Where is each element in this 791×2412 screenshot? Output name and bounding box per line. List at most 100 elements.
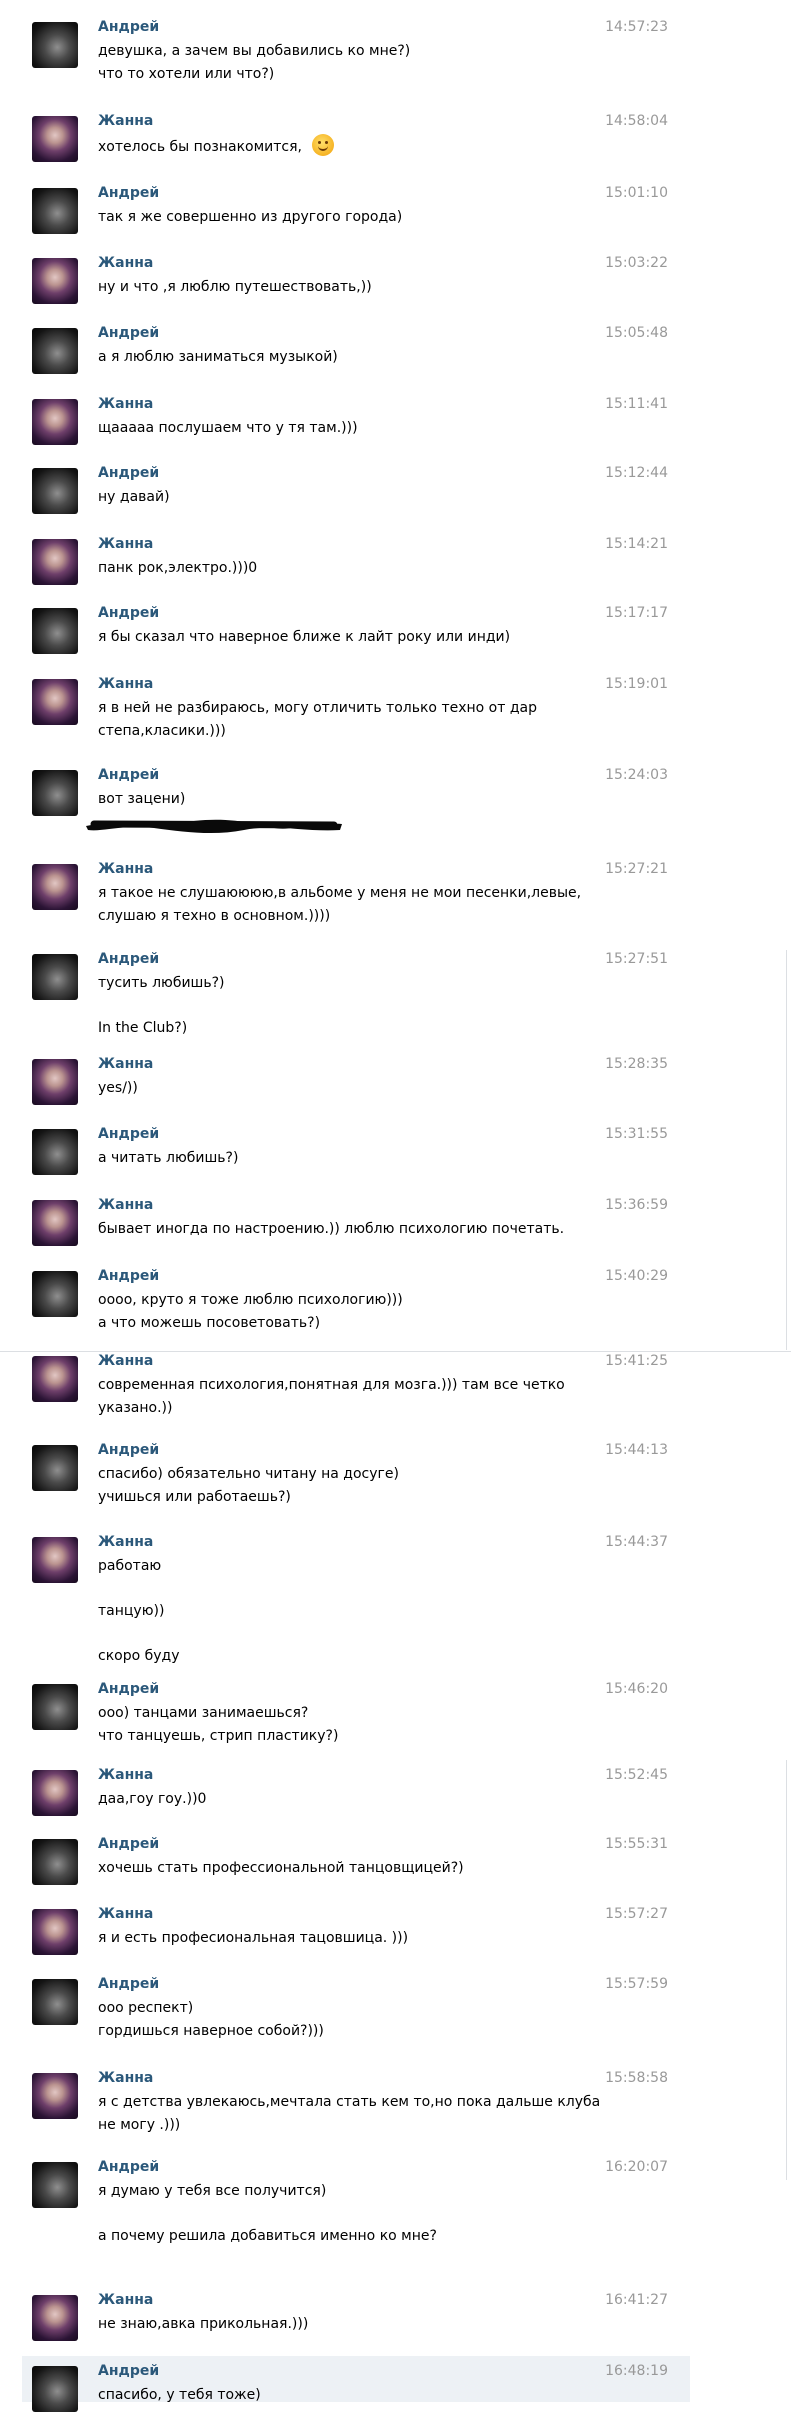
- message-timestamp[interactable]: 15:11:41: [605, 396, 668, 412]
- author-name-link[interactable]: Жанна: [98, 2070, 153, 2086]
- author-name-link[interactable]: Андрей: [98, 465, 159, 481]
- avatar-zhanna[interactable]: [32, 1200, 78, 1246]
- avatar-andrey[interactable]: [32, 770, 78, 816]
- author-name-link[interactable]: Жанна: [98, 1534, 153, 1550]
- author-name-link[interactable]: Андрей: [98, 767, 159, 783]
- author-name-link[interactable]: Жанна: [98, 2292, 153, 2308]
- avatar-zhanna[interactable]: [32, 1770, 78, 1816]
- avatar-zhanna[interactable]: [32, 2073, 78, 2119]
- avatar-zhanna[interactable]: [32, 2295, 78, 2341]
- avatar-andrey[interactable]: [32, 608, 78, 654]
- avatar-zhanna[interactable]: [32, 1537, 78, 1583]
- author-name-link[interactable]: Жанна: [98, 861, 153, 877]
- avatar-zhanna[interactable]: [32, 679, 78, 725]
- avatar-andrey[interactable]: [32, 954, 78, 1000]
- message-timestamp[interactable]: 15:12:44: [605, 465, 668, 481]
- avatar-andrey[interactable]: [32, 1979, 78, 2025]
- author-name-link[interactable]: Андрей: [98, 2363, 159, 2379]
- message-timestamp[interactable]: 15:55:31: [605, 1836, 668, 1852]
- author-name-link[interactable]: Андрей: [98, 19, 159, 35]
- message-text-line: а читать любишь?): [98, 1150, 239, 1166]
- avatar-andrey[interactable]: [32, 1839, 78, 1885]
- author-name-link[interactable]: Жанна: [98, 1056, 153, 1072]
- message-timestamp[interactable]: 15:44:13: [605, 1442, 668, 1458]
- redacted-scribble: [86, 819, 342, 834]
- avatar-andrey[interactable]: [32, 1445, 78, 1491]
- message-timestamp[interactable]: 15:57:27: [605, 1906, 668, 1922]
- message-body: я с детства увлекаюсь,мечтала стать кем …: [98, 2091, 618, 2137]
- message-timestamp[interactable]: 16:41:27: [605, 2292, 668, 2308]
- message-text-line: я такое не слушаюююю,в альбоме у меня не…: [98, 885, 582, 901]
- message-timestamp[interactable]: 15:14:21: [605, 536, 668, 552]
- message-timestamp[interactable]: 14:57:23: [605, 19, 668, 35]
- avatar-zhanna[interactable]: [32, 1059, 78, 1105]
- author-name-link[interactable]: Жанна: [98, 536, 153, 552]
- message-timestamp[interactable]: 15:41:25: [605, 1353, 668, 1369]
- message-timestamp[interactable]: 15:01:10: [605, 185, 668, 201]
- message-text-line: я с детства увлекаюсь,мечтала стать кем …: [98, 2094, 601, 2110]
- avatar-andrey[interactable]: [32, 1129, 78, 1175]
- message-timestamp[interactable]: 15:52:45: [605, 1767, 668, 1783]
- message-row[interactable]: Андрей 16:48:19 спасибо, у тебя тоже): [22, 2356, 690, 2412]
- message-body: тусить любишь?) In the Club?): [98, 972, 618, 1040]
- message-timestamp[interactable]: 16:48:19: [605, 2363, 668, 2379]
- author-name-link[interactable]: Жанна: [98, 255, 153, 271]
- avatar-zhanna[interactable]: [32, 539, 78, 585]
- message-timestamp[interactable]: 15:28:35: [605, 1056, 668, 1072]
- author-name-link[interactable]: Жанна: [98, 676, 153, 692]
- message-text-line: yes/)): [98, 1080, 138, 1096]
- avatar-zhanna[interactable]: [32, 1909, 78, 1955]
- message-timestamp[interactable]: 15:40:29: [605, 1268, 668, 1284]
- message-timestamp[interactable]: 15:17:17: [605, 605, 668, 621]
- author-name-link[interactable]: Андрей: [98, 325, 159, 341]
- message-timestamp[interactable]: 15:27:21: [605, 861, 668, 877]
- message-timestamp[interactable]: 15:57:59: [605, 1976, 668, 1992]
- message-text-line: оооо, круто я тоже люблю психологию))): [98, 1292, 403, 1308]
- author-name-link[interactable]: Андрей: [98, 1976, 159, 1992]
- avatar-andrey[interactable]: [32, 22, 78, 68]
- author-name-link[interactable]: Андрей: [98, 1836, 159, 1852]
- panel-border: [786, 950, 787, 1350]
- author-name-link[interactable]: Андрей: [98, 1442, 159, 1458]
- avatar-zhanna[interactable]: [32, 399, 78, 445]
- message-timestamp[interactable]: 15:03:22: [605, 255, 668, 271]
- message-timestamp[interactable]: 16:20:07: [605, 2159, 668, 2175]
- message-body: yes/)): [98, 1077, 618, 1100]
- author-name-link[interactable]: Жанна: [98, 113, 153, 129]
- avatar-andrey[interactable]: [32, 2366, 78, 2412]
- author-name-link[interactable]: Андрей: [98, 1126, 159, 1142]
- author-name-link[interactable]: Жанна: [98, 396, 153, 412]
- avatar-andrey[interactable]: [32, 468, 78, 514]
- author-name-link[interactable]: Жанна: [98, 1767, 153, 1783]
- message-timestamp[interactable]: 14:58:04: [605, 113, 668, 129]
- avatar-andrey[interactable]: [32, 1271, 78, 1317]
- avatar-andrey[interactable]: [32, 328, 78, 374]
- author-name-link[interactable]: Андрей: [98, 2159, 159, 2175]
- message-text-line: гордишься наверное собой?))): [98, 2023, 324, 2039]
- message-timestamp[interactable]: 15:27:51: [605, 951, 668, 967]
- avatar-zhanna[interactable]: [32, 1356, 78, 1402]
- message-timestamp[interactable]: 15:05:48: [605, 325, 668, 341]
- avatar-zhanna[interactable]: [32, 864, 78, 910]
- message-timestamp[interactable]: 15:58:58: [605, 2070, 668, 2086]
- avatar-zhanna[interactable]: [32, 116, 78, 162]
- avatar-zhanna[interactable]: [32, 258, 78, 304]
- author-name-link[interactable]: Андрей: [98, 185, 159, 201]
- avatar-andrey[interactable]: [32, 188, 78, 234]
- author-name-link[interactable]: Андрей: [98, 951, 159, 967]
- message-timestamp[interactable]: 15:44:37: [605, 1534, 668, 1550]
- avatar-andrey[interactable]: [32, 2162, 78, 2208]
- message-timestamp[interactable]: 15:19:01: [605, 676, 668, 692]
- author-name-link[interactable]: Андрей: [98, 1268, 159, 1284]
- author-name-link[interactable]: Андрей: [98, 1681, 159, 1697]
- avatar-andrey[interactable]: [32, 1684, 78, 1730]
- message-body: девушка, а зачем вы добавились ко мне?) ч…: [98, 40, 618, 86]
- author-name-link[interactable]: Андрей: [98, 605, 159, 621]
- author-name-link[interactable]: Жанна: [98, 1197, 153, 1213]
- author-name-link[interactable]: Жанна: [98, 1353, 153, 1369]
- message-timestamp[interactable]: 15:36:59: [605, 1197, 668, 1213]
- author-name-link[interactable]: Жанна: [98, 1906, 153, 1922]
- message-timestamp[interactable]: 15:31:55: [605, 1126, 668, 1142]
- message-timestamp[interactable]: 15:24:03: [605, 767, 668, 783]
- message-timestamp[interactable]: 15:46:20: [605, 1681, 668, 1697]
